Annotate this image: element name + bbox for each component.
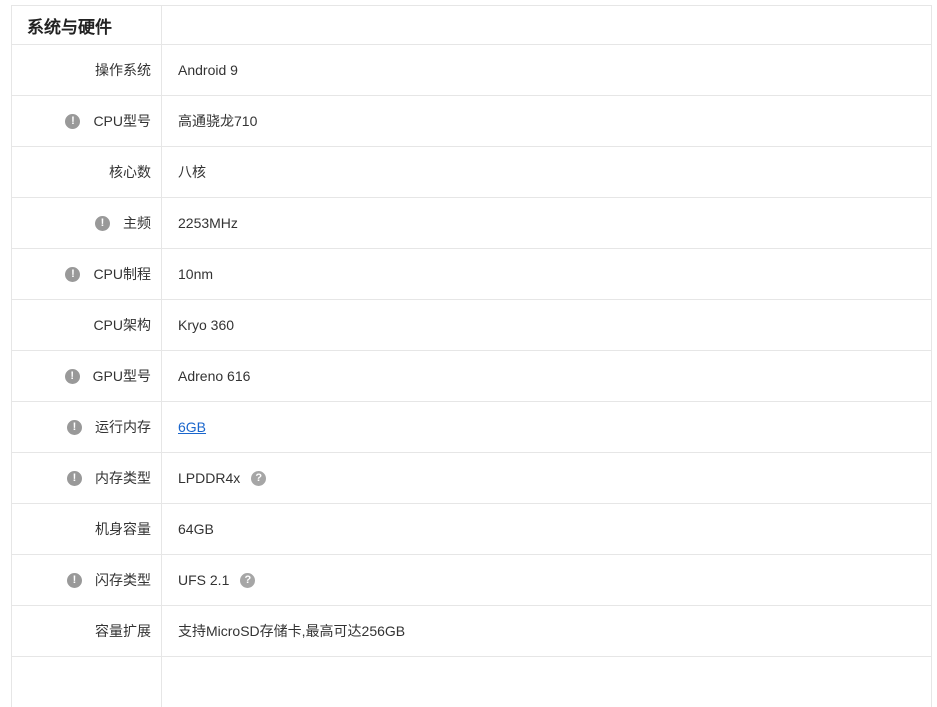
spec-label-cell: 核心数 [12, 147, 162, 197]
spec-row-next [12, 656, 931, 707]
spec-value: 高通骁龙710 [178, 113, 258, 129]
section-header-row: 系统与硬件 [12, 5, 931, 44]
spec-value-cell: 高通骁龙710 [162, 96, 931, 146]
exclamation-icon[interactable]: ! [67, 572, 82, 588]
spec-label-cell: ! CPU制程 [12, 249, 162, 299]
spec-value-cell: 支持MicroSD存储卡,最高可达256GB [162, 606, 931, 656]
spec-value-cell [162, 657, 931, 707]
spec-row-cpu-process: ! CPU制程 10nm [12, 248, 931, 299]
question-mark-icon[interactable]: ? [251, 470, 267, 486]
spec-label: 内存类型 [95, 470, 151, 486]
spec-row-cores: 核心数 八核 [12, 146, 931, 197]
ram-value-link[interactable]: 6GB [178, 419, 206, 435]
spec-value: 支持MicroSD存储卡,最高可达256GB [178, 623, 406, 639]
spec-label-cell: ! 主频 [12, 198, 162, 248]
spec-value: UFS 2.1 [178, 572, 230, 588]
spec-row-gpu-model: ! GPU型号 Adreno 616 [12, 350, 931, 401]
exclamation-icon[interactable]: ! [65, 113, 81, 129]
spec-label-cell: ! 运行内存 [12, 402, 162, 452]
spec-label: 闪存类型 [95, 572, 151, 588]
exclamation-icon[interactable]: ! [65, 266, 81, 282]
spec-value-cell: 10nm [162, 249, 931, 299]
spec-row-expansion: 容量扩展 支持MicroSD存储卡,最高可达256GB [12, 605, 931, 656]
exclamation-icon[interactable]: ! [67, 470, 82, 486]
spec-value-cell: Adreno 616 [162, 351, 931, 401]
spec-value: LPDDR4x [178, 470, 241, 486]
spec-table: 系统与硬件 操作系统 Android 9 ! CPU型号 高通骁龙710 核心数… [11, 5, 932, 707]
spec-value-cell: LPDDR4x ? [162, 453, 931, 503]
spec-value: 八核 [178, 164, 206, 180]
spec-value-cell: UFS 2.1 ? [162, 555, 931, 605]
spec-value: 64GB [178, 521, 214, 537]
spec-value: Android 9 [178, 62, 238, 78]
spec-label-cell: 容量扩展 [12, 606, 162, 656]
spec-row-ram-type: ! 内存类型 LPDDR4x ? [12, 452, 931, 503]
spec-label: 主频 [123, 215, 151, 231]
spec-label: CPU架构 [93, 317, 151, 333]
spec-label-cell: ! GPU型号 [12, 351, 162, 401]
spec-label: 核心数 [109, 164, 151, 180]
spec-label-cell: ! 内存类型 [12, 453, 162, 503]
spec-value: 10nm [178, 266, 214, 282]
spec-value-cell: Android 9 [162, 45, 931, 95]
section-title: 系统与硬件 [12, 6, 162, 44]
spec-label: CPU型号 [93, 113, 151, 129]
spec-row-cpu-model: ! CPU型号 高通骁龙710 [12, 95, 931, 146]
spec-value-cell: 八核 [162, 147, 931, 197]
spec-label: 运行内存 [95, 419, 151, 435]
spec-value-cell: 64GB [162, 504, 931, 554]
spec-row-cpu-arch: CPU架构 Kryo 360 [12, 299, 931, 350]
spec-label: 容量扩展 [95, 623, 151, 639]
spec-label-cell [12, 657, 162, 707]
question-mark-icon[interactable]: ? [240, 572, 256, 588]
spec-row-frequency: ! 主频 2253MHz [12, 197, 931, 248]
exclamation-icon[interactable]: ! [64, 368, 80, 384]
spec-value-cell: Kryo 360 [162, 300, 931, 350]
spec-value-cell: 6GB [162, 402, 931, 452]
spec-label: 机身容量 [95, 521, 151, 537]
spec-value-cell: 2253MHz [162, 198, 931, 248]
spec-label: 操作系统 [95, 62, 151, 78]
exclamation-icon[interactable]: ! [67, 419, 82, 435]
spec-label: CPU制程 [93, 266, 151, 282]
exclamation-icon[interactable]: ! [95, 215, 110, 231]
spec-label-cell: 操作系统 [12, 45, 162, 95]
spec-label-cell: ! CPU型号 [12, 96, 162, 146]
spec-row-ram: ! 运行内存 6GB [12, 401, 931, 452]
section-header-empty-cell [162, 6, 931, 44]
spec-value: 2253MHz [178, 215, 238, 231]
spec-label: GPU型号 [92, 368, 151, 384]
spec-label-cell: 机身容量 [12, 504, 162, 554]
spec-label-cell: ! 闪存类型 [12, 555, 162, 605]
spec-value: Adreno 616 [178, 368, 251, 384]
spec-row-os: 操作系统 Android 9 [12, 44, 931, 95]
spec-row-storage: 机身容量 64GB [12, 503, 931, 554]
spec-value: Kryo 360 [178, 317, 235, 333]
spec-row-flash-type: ! 闪存类型 UFS 2.1 ? [12, 554, 931, 605]
spec-label-cell: CPU架构 [12, 300, 162, 350]
